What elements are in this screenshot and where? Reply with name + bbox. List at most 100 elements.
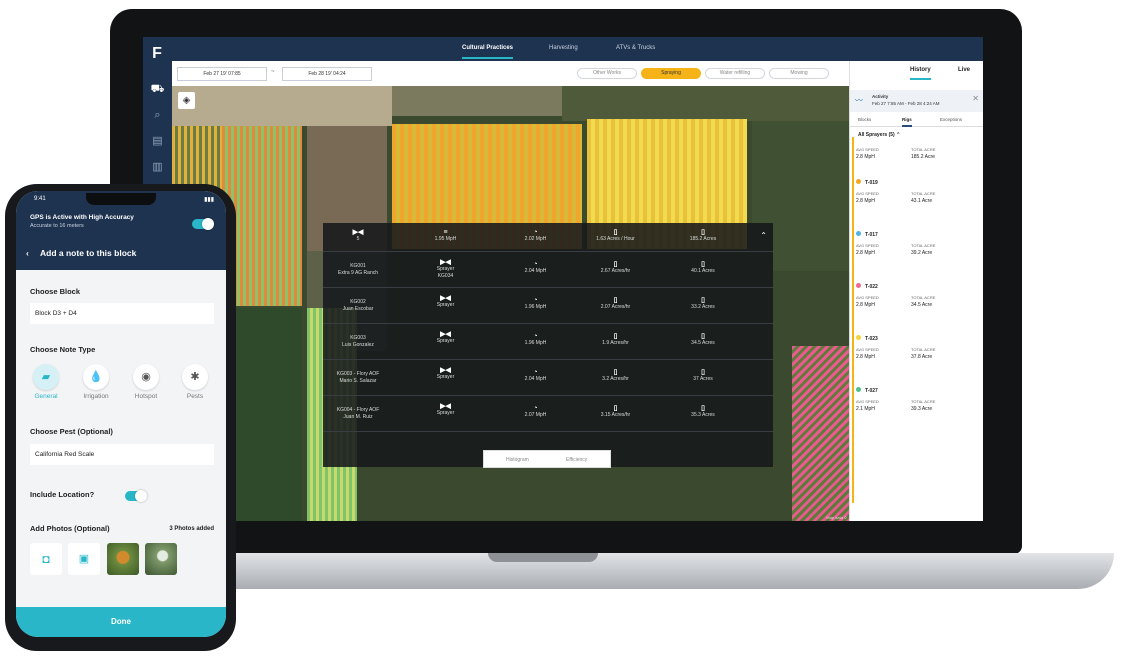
- acres-header: TOTAL ACRE: [911, 399, 936, 404]
- rig-id: KG001: [350, 263, 366, 269]
- list-item[interactable]: T-023 AVG SPEED TOTAL ACRE 2.8 MpH 37.8 Acre: [856, 335, 980, 360]
- list-item[interactable]: T-022 AVG SPEED TOTAL ACRE 2.8 MpH 34.5 Acre: [856, 283, 980, 308]
- tab-live[interactable]: Live: [958, 67, 970, 73]
- equipment-type: Sprayer: [436, 410, 455, 416]
- date-from-input[interactable]: Feb 27 19' 07:85: [177, 67, 267, 81]
- avg-speed: 1.96 MpH: [524, 304, 547, 310]
- photo-thumbnail[interactable]: [145, 543, 177, 575]
- table-row[interactable]: KG004 - Flory AOF Juan M. Ruiz ▶◀ Sprayer ◔ 2…: [323, 396, 773, 432]
- acre-rate: 2.07 Acres/hr: [600, 304, 631, 310]
- summary-count: 5: [356, 236, 360, 242]
- tab-efficiency[interactable]: Efficiency: [566, 457, 587, 463]
- filter-toolbar: Feb 27 19' 07:85 ~ Feb 28 19' 04:24 Othe…: [172, 61, 849, 86]
- note-type-irrigation[interactable]: 💧 Irrigation: [79, 364, 113, 400]
- status-dot: [856, 387, 861, 392]
- table-summary-row: ▶◀ 5 ≡ 1.95 MpH ◔ 2.02 MpH ▯ 1.63 Acres / Ho…: [323, 223, 773, 252]
- page-icon: ▯: [613, 369, 618, 376]
- total-acres: 35.3 Acres: [691, 412, 715, 418]
- sprayer-speed: 2.8 MpH: [856, 154, 875, 160]
- avg-speed: 2.04 MpH: [524, 268, 547, 274]
- photo-thumbnail[interactable]: [107, 543, 139, 575]
- location-toggle[interactable]: [125, 490, 147, 502]
- rig-id: KG004 - Flory AOF: [336, 407, 380, 413]
- table-row[interactable]: KG001 Extra 9 AG Ranch ▶◀ Sprayer KG034 ◔ 2.04…: [323, 252, 773, 288]
- gps-toggle[interactable]: [192, 218, 214, 230]
- list-item[interactable]: T-027 AVG SPEED TOTAL ACRE 2.1 MpH 39.3 Acre: [856, 387, 980, 412]
- close-icon[interactable]: ✕: [972, 94, 979, 103]
- sprayer-icon: ▶◀: [440, 367, 451, 374]
- sprayer-name: T-019: [865, 180, 878, 186]
- rig-id: KG003 - Flory AOF: [336, 371, 380, 377]
- table-row[interactable]: KG002 Juan Escobar ▶◀ Sprayer ◔ 1.96 MpH ▯ 2.07…: [323, 288, 773, 324]
- sprayer-icon: ▶◀: [440, 295, 451, 302]
- sprayer-icon: ▶◀: [440, 403, 451, 410]
- document-icon[interactable]: ▤: [149, 133, 166, 149]
- pest-select[interactable]: California Red Scale: [30, 444, 214, 465]
- sprayed-field: [792, 346, 849, 521]
- filter-spraying[interactable]: Spraying: [641, 68, 701, 79]
- operator-name: Juan Escobar: [342, 306, 374, 312]
- acres-header: TOTAL ACRE: [911, 147, 936, 152]
- chevron-up-icon: ⌃: [896, 132, 901, 138]
- equipment-type: Sprayer: [436, 302, 455, 308]
- gps-title: GPS is Active with High Accuracy: [30, 214, 134, 221]
- equipment-type: Sprayer: [436, 374, 455, 380]
- map-field: [172, 86, 392, 126]
- tab-harvesting[interactable]: Harvesting: [549, 45, 578, 51]
- app-logo-icon[interactable]: F: [148, 45, 166, 63]
- acres-header: TOTAL ACRE: [911, 347, 936, 352]
- note-header: ‹ Add a note to this block: [16, 238, 226, 270]
- tab-history[interactable]: History: [910, 67, 931, 80]
- camera-icon[interactable]: ◘: [30, 543, 62, 575]
- photos-count: 3 Photos added: [169, 526, 214, 532]
- collapse-icon[interactable]: ⌃: [760, 231, 767, 240]
- note-type-label-irrigation: Irrigation: [83, 393, 109, 400]
- operator-name: Juan M. Ruiz: [343, 414, 373, 420]
- sprayer-acres: 34.5 Acre: [911, 302, 933, 308]
- laptop-base: [196, 553, 1114, 589]
- page-title: Add a note to this block: [40, 248, 137, 258]
- filter-other-works[interactable]: Other Works: [577, 68, 637, 79]
- sprayers-list-header[interactable]: All Sprayers (5) ⌃: [858, 132, 900, 138]
- chat-icon: ▰: [33, 364, 59, 390]
- page-icon: ▯: [613, 297, 618, 304]
- total-acres: 37 Acres: [693, 376, 713, 382]
- filter-mowing[interactable]: Mowing: [769, 68, 829, 79]
- list-item[interactable]: T-019 AVG SPEED TOTAL ACRE 2.8 MpH 43.1 Acre: [856, 179, 980, 204]
- avg-speed: 1.96 MpH: [524, 340, 547, 346]
- tab-rigs[interactable]: Rigs: [902, 117, 912, 127]
- table-row[interactable]: KG003 Luis Gonzalez ▶◀ Sprayer ◔ 1.96 MpH ▯ 1.9…: [323, 324, 773, 360]
- sprayer-name: T-017: [865, 232, 878, 238]
- bug-icon: ✱: [182, 364, 208, 390]
- date-to-input[interactable]: Feb 28 19' 04:24: [282, 67, 372, 81]
- list-item[interactable]: T-017 AVG SPEED TOTAL ACRE 2.8 MpH 39.2 Acre: [856, 231, 980, 256]
- sprayer-acres: 39.2 Acre: [911, 250, 933, 256]
- gallery-icon[interactable]: ▣: [68, 543, 100, 575]
- table-row[interactable]: KG003 - Flory AOF Mario S. Salazar ▶◀ Spray…: [323, 360, 773, 396]
- tab-histogram[interactable]: Histogram: [506, 457, 529, 463]
- status-dot: [856, 335, 861, 340]
- acre-rate: 3.2 Acres/hr: [602, 376, 629, 382]
- note-type-hotspot[interactable]: ◉ Hotspot: [129, 364, 163, 400]
- filter-water-refilling[interactable]: Water refilling: [705, 68, 765, 79]
- tab-cultural-practices[interactable]: Cultural Practices: [462, 45, 514, 59]
- list-item[interactable]: AVG SPEED TOTAL ACRE 2.8 MpH 185.2 Acre: [856, 147, 980, 160]
- acres-icon: ▯: [701, 405, 705, 412]
- tab-blocks[interactable]: Blocks: [858, 117, 871, 122]
- tractor-icon[interactable]: ⛟: [149, 81, 166, 97]
- done-button[interactable]: Done: [16, 607, 226, 637]
- search-icon[interactable]: ⌕: [149, 107, 166, 123]
- layers-icon[interactable]: ◈: [178, 92, 195, 109]
- status-time: 9:41: [34, 196, 46, 202]
- tab-exceptions[interactable]: Exceptions: [940, 117, 962, 122]
- chart-icon[interactable]: ▥: [149, 159, 166, 175]
- summary-speed: 1.95 MpH: [434, 236, 457, 242]
- tab-atvs-trucks[interactable]: ATVs & Trucks: [616, 45, 655, 51]
- equipment-type: Sprayer: [436, 266, 455, 272]
- block-select[interactable]: Block D3 + D4: [30, 303, 214, 324]
- note-type-pests[interactable]: ✱ Pests: [178, 364, 212, 400]
- total-acres: 40.1 Acres: [691, 268, 715, 274]
- note-type-general[interactable]: ▰ General: [29, 364, 63, 400]
- speed-header: AVG SPEED: [856, 347, 879, 352]
- back-icon[interactable]: ‹: [26, 248, 29, 258]
